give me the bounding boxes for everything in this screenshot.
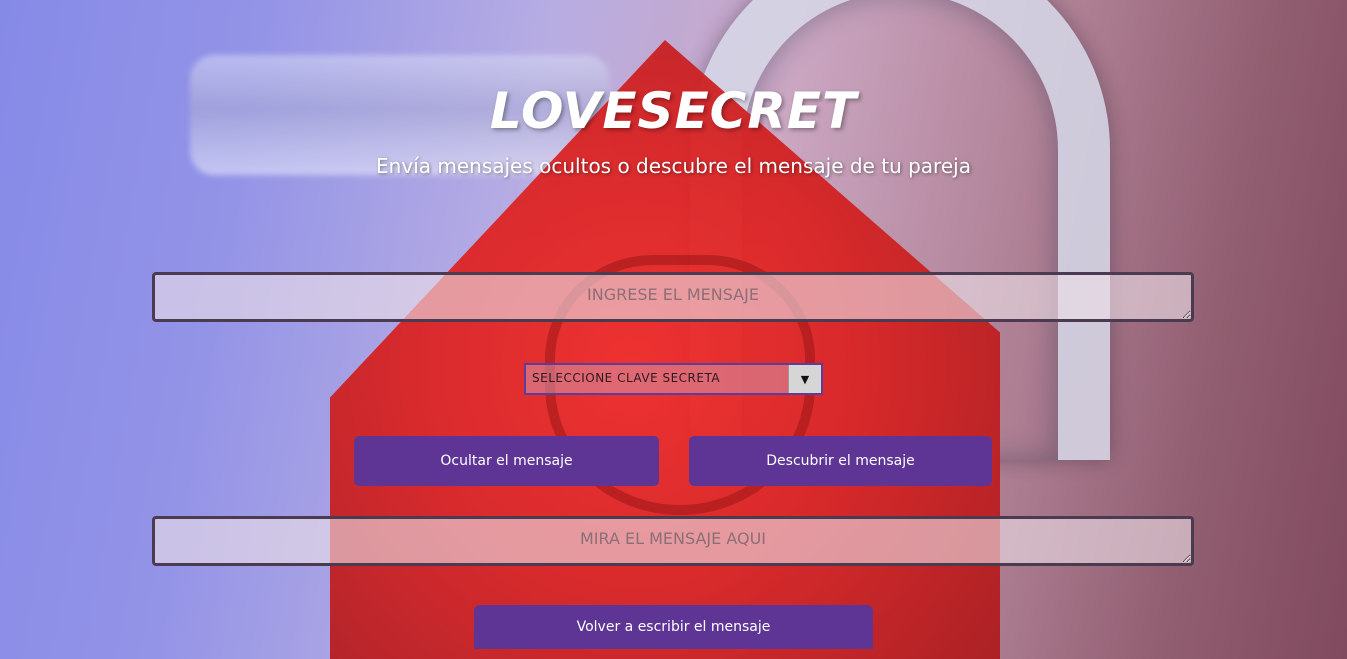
reveal-message-button[interactable]: Descubrir el mensaje [689,436,992,486]
message-input[interactable] [152,272,1194,322]
main-content: LOVESECRET Envía mensajes ocultos o desc… [0,0,1347,659]
page-subtitle: Envía mensajes ocultos o descubre el men… [376,154,971,178]
rewrite-message-button[interactable]: Volver a escribir el mensaje [474,605,873,649]
secret-key-select-value: SELECCIONE CLAVE SECRETA [532,371,721,385]
hide-message-button[interactable]: Ocultar el mensaje [354,436,659,486]
dropdown-arrow-icon[interactable]: ▼ [788,365,821,393]
result-output[interactable] [152,516,1194,566]
secret-key-select[interactable]: SELECCIONE CLAVE SECRETA ▼ [524,363,823,395]
page-title: LOVESECRET [489,82,858,140]
